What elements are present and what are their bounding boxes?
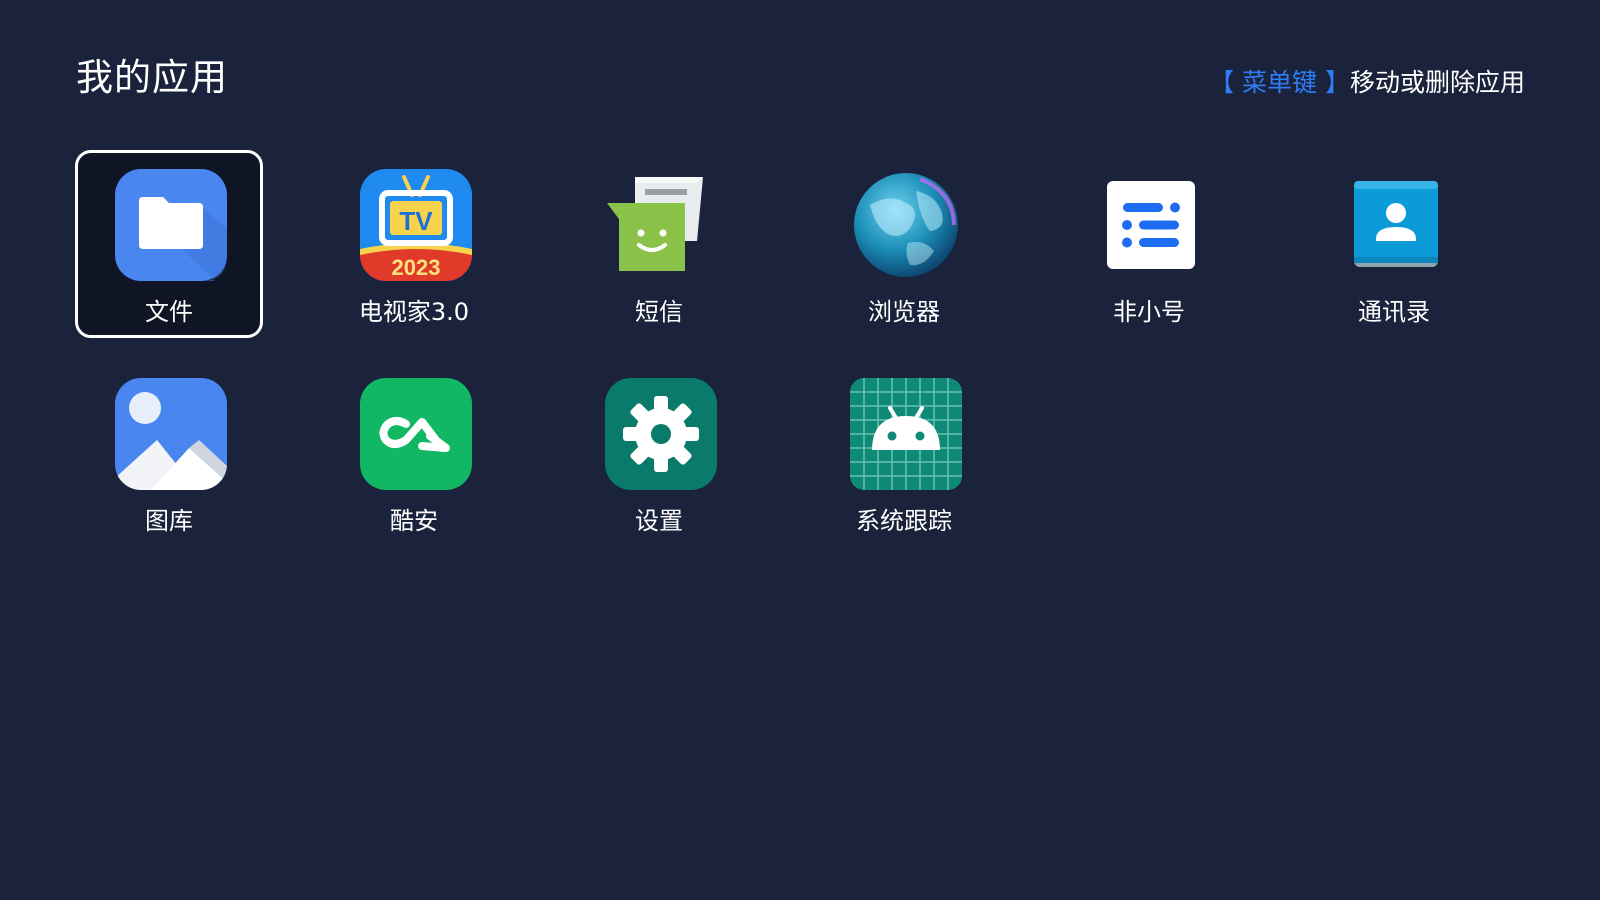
gallery-icon — [115, 378, 227, 490]
app-label: 非小号 — [1113, 298, 1185, 326]
globe-icon — [850, 169, 962, 281]
coolapk-icon — [360, 378, 472, 490]
svg-text:TV: TV — [399, 206, 433, 236]
messaging-icon — [605, 169, 717, 281]
app-tile-coolapk[interactable]: 酷安 — [320, 359, 508, 547]
page-title: 我的应用 — [76, 56, 228, 99]
feixiaohao-icon — [1095, 169, 1207, 281]
app-drawer-screen: 我的应用 【 菜单键 】移动或删除应用 文件 TV 2023 电视家3.0 短信… — [0, 0, 1600, 900]
app-label: 设置 — [635, 507, 683, 535]
android-icon — [850, 378, 962, 490]
tv-app-icon: TV 2023 — [360, 169, 472, 281]
app-tile-files[interactable]: 文件 — [75, 150, 263, 338]
app-label: 通讯录 — [1358, 298, 1430, 326]
gear-icon — [605, 378, 717, 490]
app-label: 短信 — [635, 298, 683, 326]
menu-key-label: 【 菜单键 】 — [1209, 68, 1350, 97]
app-tile-gallery[interactable]: 图库 — [75, 359, 263, 547]
app-label: 系统跟踪 — [856, 507, 952, 535]
app-label: 图库 — [145, 507, 193, 535]
app-tile-tv[interactable]: TV 2023 电视家3.0 — [320, 150, 508, 338]
app-label: 电视家3.0 — [358, 298, 470, 326]
app-tile-feixiaohao[interactable]: 非小号 — [1055, 150, 1243, 338]
app-tile-messaging[interactable]: 短信 — [565, 150, 753, 338]
folder-icon — [115, 169, 227, 281]
app-tile-system-trace[interactable]: 系统跟踪 — [810, 359, 998, 547]
app-label: 浏览器 — [868, 298, 940, 326]
menu-hint-text: 移动或删除应用 — [1349, 68, 1525, 97]
tv-year-text: 2023 — [392, 255, 441, 280]
menu-hint: 【 菜单键 】移动或删除应用 — [1209, 66, 1525, 100]
app-label: 文件 — [145, 298, 193, 326]
app-label: 酷安 — [390, 507, 438, 535]
app-tile-settings[interactable]: 设置 — [565, 359, 753, 547]
app-tile-browser[interactable]: 浏览器 — [810, 150, 998, 338]
app-tile-contacts[interactable]: 通讯录 — [1300, 150, 1488, 338]
contacts-icon — [1340, 169, 1452, 281]
